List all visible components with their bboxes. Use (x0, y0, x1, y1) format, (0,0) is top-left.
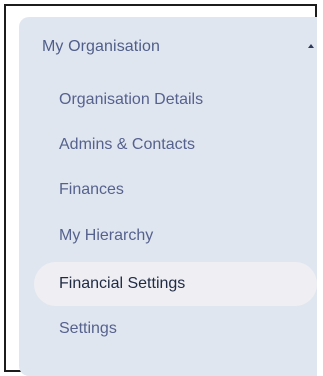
caret-up-icon[interactable] (308, 44, 314, 48)
sidebar-item-settings[interactable]: Settings (34, 307, 317, 351)
sidebar-panel: My Organisation Organisation Details Adm… (19, 17, 317, 376)
sidebar-item-financial-settings[interactable]: Financial Settings (34, 262, 317, 306)
section-title: My Organisation (42, 38, 160, 55)
sidebar-item-finances[interactable]: Finances (34, 168, 317, 212)
sidebar-item-my-hierarchy[interactable]: My Hierarchy (34, 214, 317, 258)
sidebar-item-organisation-details[interactable]: Organisation Details (34, 78, 317, 122)
section-header-my-organisation[interactable]: My Organisation (19, 31, 317, 63)
sidebar-item-admins-contacts[interactable]: Admins & Contacts (34, 123, 317, 167)
